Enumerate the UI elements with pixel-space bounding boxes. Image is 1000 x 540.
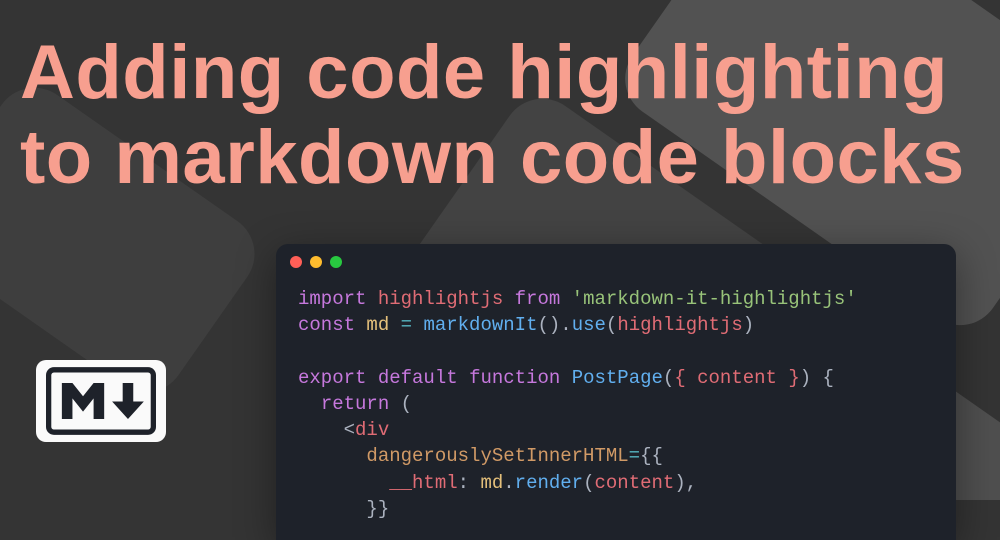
punct: . (503, 472, 514, 494)
function: markdownIt (423, 314, 537, 336)
jsx-tag: div (355, 419, 389, 441)
zoom-icon[interactable] (330, 256, 342, 268)
identifier: { content } (674, 367, 799, 389)
function: render (515, 472, 583, 494)
punct: ) { (800, 367, 834, 389)
punct: ( (583, 472, 594, 494)
punct: {{ (640, 445, 663, 467)
punct: ( (663, 367, 674, 389)
punct: () (537, 314, 560, 336)
keyword: function (469, 367, 560, 389)
punct: ) (743, 314, 754, 336)
function: use (572, 314, 606, 336)
keyword: import (298, 288, 366, 310)
identifier: content (595, 472, 675, 494)
jsx-attr: dangerouslySetInnerHTML (366, 445, 628, 467)
keyword: export (298, 367, 366, 389)
punct: }} (366, 498, 389, 520)
punct: ( (606, 314, 617, 336)
identifier: highlightjs (617, 314, 742, 336)
title-line: Adding code highlighting (20, 30, 948, 115)
punct: : (458, 472, 469, 494)
close-icon[interactable] (290, 256, 302, 268)
function: PostPage (572, 367, 663, 389)
markdown-icon (46, 367, 156, 435)
keyword: from (515, 288, 561, 310)
markdown-logo (36, 360, 166, 442)
punct: ) (674, 472, 685, 494)
property: __html (389, 472, 457, 494)
keyword: default (378, 367, 458, 389)
string: 'markdown-it-highlightjs' (572, 288, 857, 310)
page-title: Adding code highlighting to markdown cod… (20, 30, 965, 200)
window-titlebar (276, 244, 956, 280)
code-editor-window: import highlightjs from 'markdown-it-hig… (276, 244, 956, 540)
operator: = (629, 445, 640, 467)
keyword: const (298, 314, 355, 336)
punct: ( (401, 393, 412, 415)
code-block: import highlightjs from 'markdown-it-hig… (276, 280, 956, 540)
punct: , (686, 472, 697, 494)
operator: = (401, 314, 412, 336)
identifier: md (366, 314, 389, 336)
identifier: highlightjs (378, 288, 503, 310)
identifier: md (480, 472, 503, 494)
keyword: return (321, 393, 389, 415)
title-line: to markdown code blocks (20, 115, 965, 200)
punct: . (560, 314, 571, 336)
minimize-icon[interactable] (310, 256, 322, 268)
punct: < (344, 419, 355, 441)
